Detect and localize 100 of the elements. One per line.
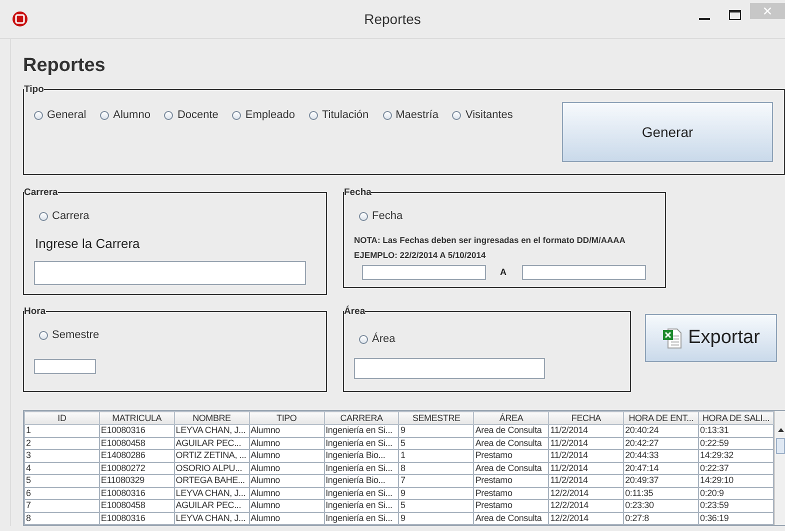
table-cell: Prestamo	[474, 487, 549, 500]
table-cell: Ingeniería Bio...	[324, 474, 399, 487]
range-separator: A	[500, 267, 506, 277]
table-cell: AGUILAR PEC...	[174, 437, 250, 450]
table-cell: 9	[398, 512, 474, 524]
table-cell: 14:29:10	[698, 474, 774, 487]
radio-option[interactable]: Alumno	[100, 109, 150, 121]
table-cell: Alumno	[249, 474, 324, 487]
table-cell: 9	[398, 424, 474, 437]
table-cell: 12/2/2014	[548, 487, 624, 500]
table-cell: 11/2/2014	[548, 462, 624, 474]
table-cell: 1	[398, 450, 474, 462]
group-legend: Carrera	[24, 187, 58, 198]
generate-button[interactable]: Generar	[562, 102, 773, 162]
table-cell: 11/2/2014	[548, 437, 624, 450]
radio-option[interactable]: Semestre	[39, 329, 100, 341]
table-cell: Alumno	[249, 512, 324, 524]
table-cell: E10080316	[99, 487, 174, 500]
table-cell: Alumno	[249, 462, 324, 474]
column-header[interactable]: ÁREA	[474, 412, 549, 424]
table-cell: Prestamo	[474, 450, 549, 462]
table-cell: Ingeniería en Si...	[324, 437, 399, 450]
column-header[interactable]: NOMBRE	[174, 412, 250, 424]
table-cell: 5	[398, 437, 474, 450]
table-cell: 6	[24, 487, 100, 500]
table-cell: 0:22:37	[698, 462, 774, 474]
table-cell: ORTIZ ZETINA, ...	[174, 450, 250, 462]
table-cell: 8	[24, 512, 100, 524]
radio-option[interactable]: Área	[359, 333, 396, 345]
table-cell: 11/2/2014	[548, 474, 624, 487]
table-cell: LEYVA CHAN, J...	[174, 512, 250, 524]
export-button[interactable]: Exportar	[645, 314, 777, 362]
column-header[interactable]: SEMESTRE	[398, 412, 474, 424]
table-cell: 1	[24, 424, 100, 437]
table-cell: 0:11:35	[624, 487, 699, 500]
column-header[interactable]: MATRICULA	[99, 412, 174, 424]
table-cell: 3	[24, 450, 100, 462]
prompt-label: Ingrese la Carrera	[35, 236, 141, 250]
table-cell: 20:47:14	[624, 462, 699, 474]
radio-option[interactable]: General	[34, 109, 86, 121]
table-cell: Ingeniería en Si...	[324, 512, 399, 524]
table-cell: 0:27:8	[624, 512, 699, 524]
table-cell: LEYVA CHAN, J...	[174, 424, 250, 437]
table-cell: 20:42:27	[624, 437, 699, 450]
column-header[interactable]: CARRERA	[324, 412, 399, 424]
group-legend: Hora	[24, 306, 46, 317]
radio-option[interactable]: Maestría	[382, 109, 438, 121]
table-cell: 14:29:32	[698, 450, 774, 462]
note-text: NOTA: Las Fechas deben ser ingresadas en el formato DD/M/AAAA	[354, 234, 626, 244]
table-cell: 12/2/2014	[548, 512, 624, 524]
table-cell: LEYVA CHAN, J...	[174, 487, 250, 500]
table-cell: OSORIO ALPU...	[174, 462, 250, 474]
table-cell: E11080329	[99, 474, 174, 487]
table-cell: Alumno	[249, 437, 324, 450]
column-header[interactable]: HORA DE SALI...	[698, 412, 774, 424]
table-cell: 0:13:31	[698, 424, 774, 437]
table-cell: 9	[398, 487, 474, 500]
column-header[interactable]: ID	[24, 412, 100, 424]
radio-option[interactable]: Fecha	[359, 210, 403, 222]
radio-option[interactable]: Docente	[164, 109, 218, 121]
table-cell: 0:23:30	[624, 500, 699, 512]
table-cell: Area de Consulta	[474, 512, 549, 524]
radio-option[interactable]: Carrera	[39, 210, 90, 222]
table-cell: AGUILAR PEC...	[174, 500, 250, 512]
table-cell: Area de Consulta	[474, 437, 549, 450]
table-cell: Prestamo	[474, 500, 549, 512]
group-legend: Área	[344, 306, 366, 317]
table-cell: 0:36:19	[698, 512, 774, 524]
table-cell: Alumno	[249, 487, 324, 500]
table-cell: 11/2/2014	[548, 424, 624, 437]
table-cell: Ingeniería en Si...	[324, 424, 399, 437]
table-cell: Alumno	[249, 424, 324, 437]
table-cell: 4	[24, 462, 100, 474]
column-header[interactable]: TIPO	[249, 412, 324, 424]
table-cell: 7	[398, 474, 474, 487]
table-cell: 2	[24, 437, 100, 450]
table-cell: Area de Consulta	[474, 424, 549, 437]
radio-option[interactable]: Empleado	[232, 109, 295, 121]
table-cell: E10080316	[99, 512, 174, 524]
column-header[interactable]: HORA DE ENT...	[624, 412, 699, 424]
table-cell: E14080286	[99, 450, 174, 462]
group-legend: Fecha	[344, 187, 372, 198]
table-cell: 8	[398, 462, 474, 474]
table-cell: 7	[24, 500, 100, 512]
column-header[interactable]: FECHA	[548, 412, 624, 424]
table-cell: 5	[398, 500, 474, 512]
table-cell: Ingeniería en Si...	[324, 462, 399, 474]
table-cell: E10080458	[99, 437, 174, 450]
table-cell: Ingeniería en Si...	[324, 500, 399, 512]
table-cell: Ingeniería Bio...	[324, 450, 399, 462]
radio-option[interactable]: Titulación	[308, 109, 369, 121]
table-cell: E10080316	[99, 424, 174, 437]
group-legend: Tipo	[24, 84, 44, 95]
table-cell: E10080272	[99, 462, 174, 474]
page-heading: Reportes	[23, 55, 106, 77]
table-cell: 0:22:59	[698, 437, 774, 450]
table-cell: 11/2/2014	[548, 450, 624, 462]
table-cell: Ingeniería en Si...	[324, 487, 399, 500]
radio-option[interactable]: Visitantes	[452, 109, 513, 121]
table-cell: Alumno	[249, 500, 324, 512]
